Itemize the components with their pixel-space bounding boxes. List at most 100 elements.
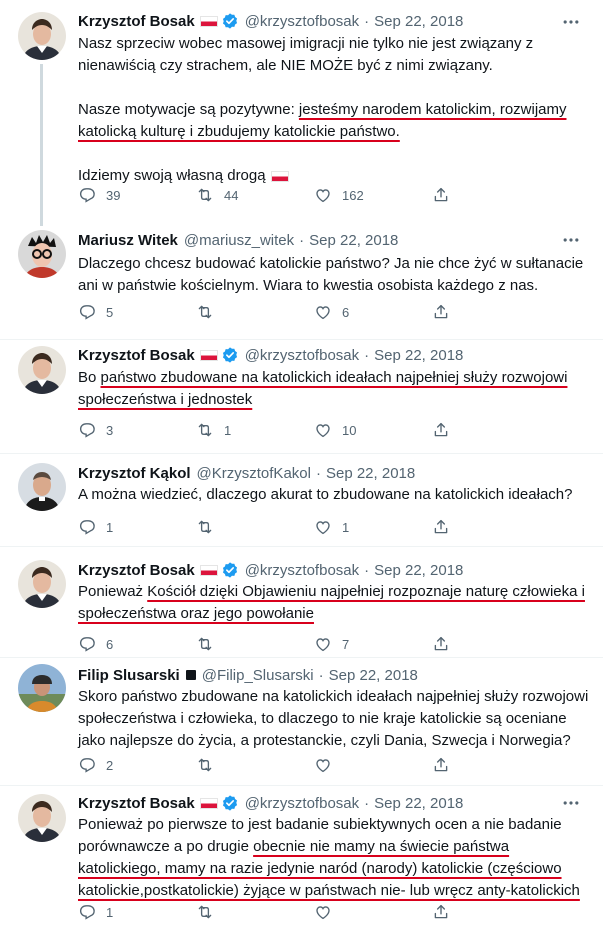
share-button[interactable] [432, 518, 550, 536]
separator-dot: · [299, 231, 305, 249]
tweet-date[interactable]: Sep 22, 2018 [374, 13, 463, 30]
tweet-text: A można wiedzieć, dlaczego akurat to zbu… [78, 484, 572, 506]
tweet-text: Ponieważ Kościół dzięki Objawieniu najpe… [78, 581, 585, 625]
polish-flag-icon [199, 349, 218, 361]
tweet-text: Dlaczego chcesz budować katolickie państ… [78, 253, 583, 297]
avatar[interactable] [18, 463, 66, 511]
author-name[interactable]: Mariusz Witek [78, 232, 178, 249]
reply-button[interactable]: 1 [78, 903, 196, 921]
more-icon[interactable] [561, 793, 581, 813]
like-button[interactable]: 7 [314, 635, 432, 653]
author-handle[interactable]: @krzysztofbosak [245, 13, 359, 30]
retweet-button[interactable] [196, 518, 314, 536]
polish-flag-icon [199, 15, 218, 27]
tweet[interactable]: Krzysztof Kąkol @KrzysztofKakol · Sep 22… [0, 454, 603, 547]
more-icon[interactable] [561, 12, 581, 32]
retweet-count: 1 [224, 422, 232, 438]
reply-button[interactable]: 5 [78, 303, 196, 321]
tweet[interactable]: Krzysztof Bosak @krzysztofbosak · Sep 22… [0, 786, 603, 930]
avatar[interactable] [18, 346, 66, 394]
separator-dot: · [364, 561, 370, 579]
tweet[interactable]: Filip Slusarski @Filip_Slusarski · Sep 2… [0, 658, 603, 786]
author-handle[interactable]: @mariusz_witek [184, 232, 294, 249]
retweet-button[interactable] [196, 635, 314, 653]
tweet[interactable]: Krzysztof Bosak @krzysztofbosak · Sep 22… [0, 340, 603, 454]
author-handle[interactable]: @krzysztofbosak [245, 795, 359, 812]
reply-icon [78, 756, 106, 774]
author-name[interactable]: Krzysztof Bosak [78, 13, 195, 30]
tweet-date[interactable]: Sep 22, 2018 [374, 795, 463, 812]
like-button[interactable] [314, 756, 432, 774]
share-button[interactable] [432, 635, 550, 653]
retweet-icon [196, 635, 224, 653]
author-handle[interactable]: @KrzysztofKakol [197, 465, 311, 482]
polish-flag-icon [199, 564, 218, 576]
tweet-date[interactable]: Sep 22, 2018 [329, 667, 418, 684]
author-name[interactable]: Krzysztof Bosak [78, 562, 195, 579]
author-name[interactable]: Krzysztof Bosak [78, 347, 195, 364]
author-name[interactable]: Krzysztof Kąkol [78, 465, 191, 482]
like-icon [314, 303, 342, 321]
like-button[interactable]: 162 [314, 186, 432, 204]
like-icon [314, 421, 342, 439]
retweet-icon [196, 756, 224, 774]
avatar[interactable] [18, 560, 66, 608]
polish-flag-icon [199, 797, 218, 809]
reply-button[interactable]: 39 [78, 186, 196, 204]
highlighted-text: społeczeństwa oraz jego powołanie [78, 605, 314, 622]
tweet-line: Nasze motywacje są pozytywne: [78, 101, 299, 118]
share-button[interactable] [432, 303, 550, 321]
highlighted-text: państwo zbudowane na katolickich ideałac… [100, 369, 568, 386]
tweet-date[interactable]: Sep 22, 2018 [309, 232, 398, 249]
share-button[interactable] [432, 421, 550, 439]
retweet-button[interactable]: 44 [196, 186, 314, 204]
author-handle[interactable]: @krzysztofbosak [245, 347, 359, 364]
reply-button[interactable]: 1 [78, 518, 196, 536]
author-handle[interactable]: @krzysztofbosak [245, 562, 359, 579]
tweet-date[interactable]: Sep 22, 2018 [374, 347, 463, 364]
highlighted-text: katolickiego, mamy na razie jedynie naró… [78, 860, 562, 877]
tweet-date[interactable]: Sep 22, 2018 [374, 562, 463, 579]
retweet-button[interactable] [196, 303, 314, 321]
share-icon [432, 635, 460, 653]
share-button[interactable] [432, 756, 550, 774]
retweet-button[interactable] [196, 756, 314, 774]
tweet[interactable]: Krzysztof Bosak @krzysztofbosak · Sep 22… [0, 547, 603, 658]
tweet-line: porównawcze a po drugie [78, 838, 254, 855]
tweet[interactable]: Mariusz Witek @mariusz_witek · Sep 22, 2… [0, 226, 603, 340]
author-name[interactable]: Filip Slusarski [78, 667, 180, 684]
avatar[interactable] [18, 230, 66, 278]
reply-icon [78, 421, 106, 439]
share-button[interactable] [432, 186, 550, 204]
reply-icon [78, 518, 106, 536]
more-icon[interactable] [561, 230, 581, 250]
like-count: 162 [342, 187, 364, 203]
polish-flag-icon [270, 170, 289, 182]
reply-button[interactable]: 6 [78, 635, 196, 653]
avatar[interactable] [18, 794, 66, 842]
reply-count: 1 [106, 519, 114, 535]
like-button[interactable] [314, 903, 432, 921]
retweet-count: 44 [224, 187, 239, 203]
highlighted-text: katolicką kulturę i zbudujemy katolickie… [78, 123, 400, 140]
share-icon [432, 186, 460, 204]
like-button[interactable]: 1 [314, 518, 432, 536]
author-handle[interactable]: @Filip_Slusarski [202, 667, 314, 684]
reply-icon [78, 303, 106, 321]
like-icon [314, 903, 342, 921]
reply-button[interactable]: 3 [78, 421, 196, 439]
share-button[interactable] [432, 903, 550, 921]
retweet-icon [196, 303, 224, 321]
author-name[interactable]: Krzysztof Bosak [78, 795, 195, 812]
retweet-button[interactable] [196, 903, 314, 921]
tweet-line: A można wiedzieć, dlaczego akurat to zbu… [78, 486, 573, 503]
tweet-date[interactable]: Sep 22, 2018 [326, 465, 415, 482]
tweet[interactable]: Krzysztof Bosak @krzysztofbosak · Sep 22… [0, 0, 603, 226]
avatar[interactable] [18, 12, 66, 60]
avatar[interactable] [18, 664, 66, 712]
like-button[interactable]: 10 [314, 421, 432, 439]
reply-count: 39 [106, 187, 121, 203]
retweet-button[interactable]: 1 [196, 421, 314, 439]
reply-button[interactable]: 2 [78, 756, 196, 774]
like-button[interactable]: 6 [314, 303, 432, 321]
